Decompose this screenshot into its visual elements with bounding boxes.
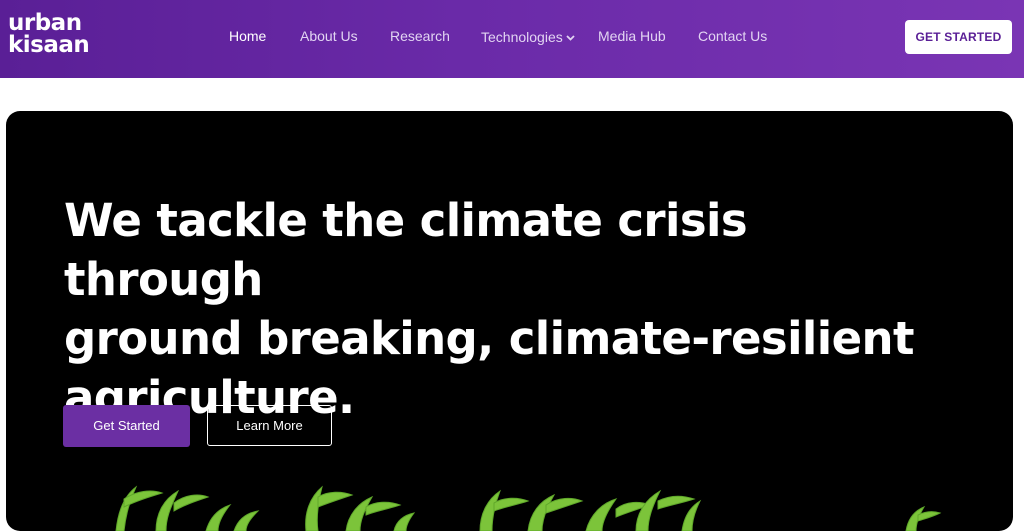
headline-line-1: We tackle the climate crisis through: [64, 194, 748, 306]
nav-research[interactable]: Research: [390, 28, 450, 44]
get-started-header-button[interactable]: GET STARTED: [905, 20, 1012, 54]
hero-section: We tackle the climate crisis through gro…: [6, 111, 1013, 531]
nav-about-us[interactable]: About Us: [300, 28, 358, 44]
chevron-down-icon: [566, 28, 575, 44]
nav-media-hub[interactable]: Media Hub: [598, 28, 666, 44]
nav-technologies[interactable]: Technologies: [481, 28, 575, 45]
logo-line-2: kisaan: [8, 32, 90, 58]
nav-technologies-label: Technologies: [481, 29, 563, 45]
nav-contact-us[interactable]: Contact Us: [698, 28, 767, 44]
headline-line-2: ground breaking, climate-resilient: [64, 312, 914, 365]
headline-line-3: agriculture.: [64, 371, 355, 424]
hero-headline: We tackle the climate crisis through gro…: [64, 191, 944, 427]
urbankisaan-logo[interactable]: urban kisaan: [8, 12, 108, 60]
microgreens-sprouts-image: [115, 485, 942, 531]
nav-home[interactable]: Home: [229, 28, 266, 44]
logo-line-1: urban: [8, 10, 82, 36]
learn-more-button[interactable]: Learn More: [207, 405, 332, 446]
get-started-button[interactable]: Get Started: [63, 405, 190, 447]
top-navbar: urban kisaan Home About Us Research Tech…: [0, 0, 1024, 78]
